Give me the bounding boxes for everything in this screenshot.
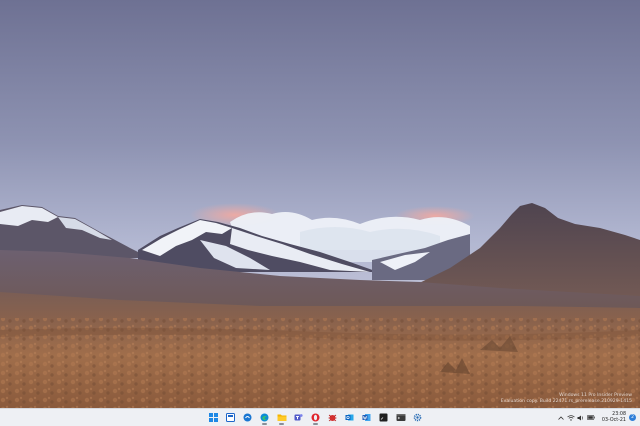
clock[interactable]: 23:08 03-Oct-21 bbox=[602, 412, 626, 424]
chevron-up-icon bbox=[558, 415, 565, 420]
outlook-icon bbox=[345, 414, 354, 421]
folder-icon bbox=[277, 414, 286, 421]
edge-button[interactable] bbox=[258, 411, 271, 425]
word-button[interactable] bbox=[360, 411, 373, 425]
outlook-button[interactable] bbox=[343, 411, 356, 425]
teams-icon bbox=[294, 414, 303, 421]
teams-button[interactable] bbox=[292, 411, 305, 425]
gear-icon bbox=[413, 413, 422, 422]
taskbar-pinned-apps bbox=[207, 409, 424, 426]
network-button[interactable] bbox=[567, 411, 576, 425]
clock-date: 03-Oct-21 bbox=[601, 417, 626, 423]
search-icon bbox=[226, 413, 235, 422]
file-explorer-button[interactable] bbox=[275, 411, 288, 425]
battery-icon bbox=[587, 415, 596, 420]
opera-button[interactable] bbox=[309, 411, 322, 425]
show-hidden-icons-button[interactable] bbox=[557, 411, 566, 425]
wallpaper-image bbox=[0, 0, 640, 408]
taskbar: 23:08 03-Oct-21 2 bbox=[0, 408, 640, 426]
widgets-button[interactable] bbox=[241, 411, 254, 425]
console-icon bbox=[396, 414, 405, 421]
app-red-button[interactable] bbox=[326, 411, 339, 425]
notification-badge[interactable]: 2 bbox=[629, 414, 636, 421]
widgets-icon bbox=[243, 413, 252, 422]
watermark-line-2: Evaluation copy. Build 22471.rs_prerelea… bbox=[500, 399, 632, 404]
terminal-dark-button[interactable] bbox=[377, 411, 390, 425]
settings-button[interactable] bbox=[411, 411, 424, 425]
bug-icon bbox=[328, 414, 337, 422]
terminal-button[interactable] bbox=[394, 411, 407, 425]
wifi-icon bbox=[567, 414, 576, 421]
start-button[interactable] bbox=[207, 411, 220, 425]
search-button[interactable] bbox=[224, 411, 237, 425]
volume-button[interactable] bbox=[577, 411, 586, 425]
speaker-icon bbox=[577, 415, 584, 420]
windows-watermark: Windows 11 Pro Insider Preview Evaluatio… bbox=[501, 393, 632, 405]
desktop[interactable]: Windows 11 Pro Insider Preview Evaluatio… bbox=[0, 0, 640, 408]
windows-logo-icon bbox=[209, 413, 218, 422]
opera-icon bbox=[311, 413, 320, 422]
system-tray: 23:08 03-Oct-21 2 bbox=[556, 409, 640, 426]
edge-icon bbox=[260, 413, 269, 422]
terminal-icon bbox=[379, 413, 388, 422]
word-icon bbox=[362, 414, 371, 421]
battery-button[interactable] bbox=[587, 411, 596, 425]
